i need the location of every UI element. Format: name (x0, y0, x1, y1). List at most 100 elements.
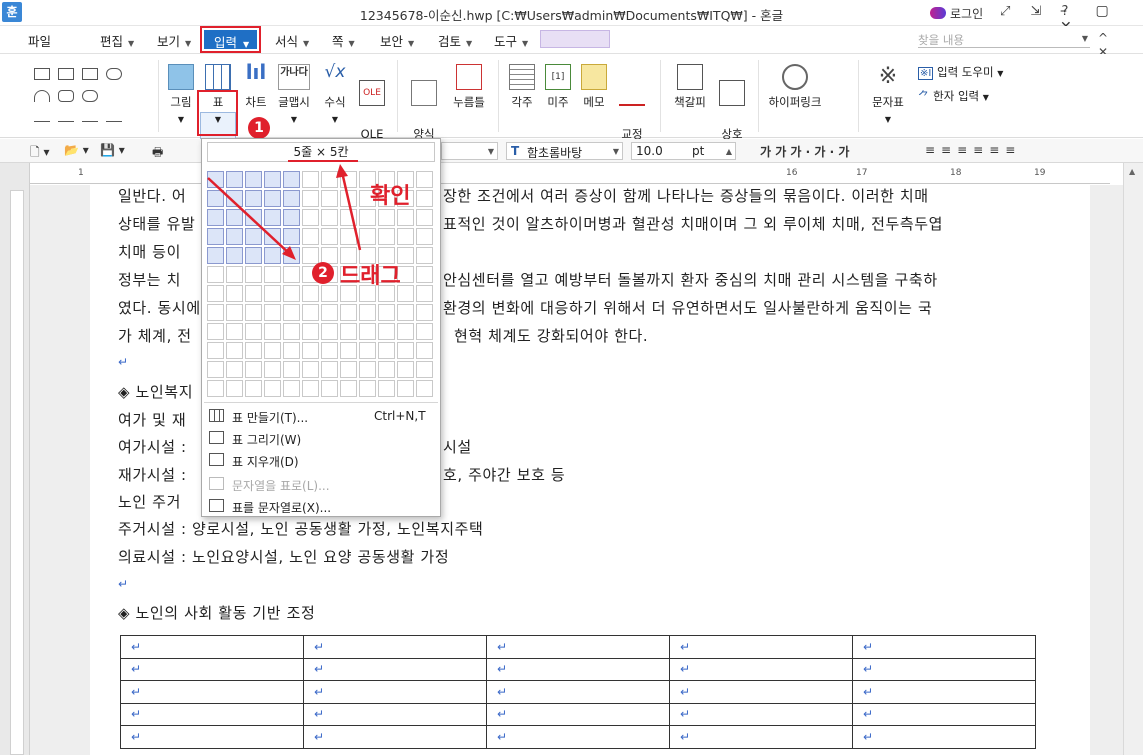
quick-style-buttons[interactable] (540, 30, 610, 48)
menu-insert[interactable]: 입력 ▼ (204, 30, 257, 50)
grid-cell[interactable] (359, 380, 376, 397)
grid-cell[interactable] (378, 342, 395, 359)
grid-cell[interactable] (264, 209, 281, 226)
table-cell[interactable]: ↵ (486, 725, 670, 749)
grid-cell[interactable] (264, 285, 281, 302)
grid-cell[interactable] (340, 304, 357, 321)
grid-cell[interactable] (264, 361, 281, 378)
grid-cell[interactable] (302, 380, 319, 397)
grid-cell[interactable] (245, 209, 262, 226)
rectangle-icon[interactable] (82, 68, 98, 80)
search-input[interactable]: 찾을 내용 ▼ (918, 30, 1090, 48)
table-cell[interactable]: ↵ (120, 725, 304, 749)
table-cell[interactable]: ↵ (669, 680, 853, 704)
grid-cell[interactable] (359, 304, 376, 321)
table-cell[interactable]: ↵ (120, 680, 304, 704)
grid-cell[interactable] (340, 380, 357, 397)
stepper-icon[interactable]: ▲ (726, 147, 732, 156)
grid-cell[interactable] (226, 209, 243, 226)
grid-cell[interactable] (226, 361, 243, 378)
grid-cell[interactable] (283, 304, 300, 321)
menu-security[interactable]: 보안 ▼ (380, 31, 414, 50)
table-cell[interactable]: ↵ (852, 702, 1036, 726)
grid-cell[interactable] (283, 266, 300, 283)
table-cell[interactable]: ↵ (486, 680, 670, 704)
grid-cell[interactable] (283, 380, 300, 397)
grid-cell[interactable] (264, 380, 281, 397)
grid-cell[interactable] (207, 171, 224, 188)
input-helper-button[interactable]: ※I 입력 도우미 ▼ (918, 64, 1003, 80)
grid-cell[interactable] (302, 342, 319, 359)
text-style-buttons[interactable]: 가 가 가 · 가 · 가 (760, 143, 849, 160)
grid-cell[interactable] (378, 228, 395, 245)
menu-format[interactable]: 서식 ▼ (275, 31, 309, 50)
image-button[interactable]: 그림 ▼ (165, 64, 197, 128)
freeform-icon[interactable] (58, 90, 74, 102)
grid-cell[interactable] (283, 209, 300, 226)
grid-cell[interactable] (397, 228, 414, 245)
grid-cell[interactable] (340, 323, 357, 340)
grid-cell[interactable] (245, 361, 262, 378)
grid-cell[interactable] (302, 361, 319, 378)
menu-insert-highlight[interactable]: 입력 ▼ (200, 26, 261, 53)
grid-cell[interactable] (397, 361, 414, 378)
grid-cell[interactable] (264, 266, 281, 283)
grid-cell[interactable] (245, 285, 262, 302)
save-icon[interactable]: 💾 ▾ (100, 143, 125, 157)
grid-cell[interactable] (416, 190, 433, 207)
grid-cell[interactable] (226, 266, 243, 283)
table-cell[interactable]: ↵ (303, 702, 487, 726)
grid-cell[interactable] (321, 380, 338, 397)
pushbutton-button[interactable]: 누름틀 (448, 64, 490, 110)
grid-cell[interactable] (378, 304, 395, 321)
connector3-icon[interactable] (82, 110, 98, 122)
grid-cell[interactable] (416, 266, 433, 283)
grid-cell[interactable] (283, 323, 300, 340)
grid-cell[interactable] (302, 228, 319, 245)
vertical-scrollbar[interactable]: ▲ (1123, 163, 1143, 755)
arc-icon[interactable] (34, 90, 50, 102)
menu-file[interactable]: 파일 (28, 31, 51, 50)
connector4-icon[interactable] (106, 110, 122, 122)
grid-cell[interactable] (340, 228, 357, 245)
grid-cell[interactable] (416, 247, 433, 264)
grid-cell[interactable] (207, 380, 224, 397)
grid-cell[interactable] (264, 323, 281, 340)
grid-cell[interactable] (226, 228, 243, 245)
grid-cell[interactable] (416, 380, 433, 397)
grid-cell[interactable] (245, 190, 262, 207)
endnote-button[interactable]: [1] 미주 (542, 64, 574, 110)
grid-cell[interactable] (207, 190, 224, 207)
table-cell[interactable]: ↵ (852, 635, 1036, 659)
connector2-icon[interactable] (58, 110, 74, 122)
table-cell[interactable]: ↵ (669, 725, 853, 749)
login-button[interactable]: 로그인 (930, 5, 983, 22)
grid-cell[interactable] (226, 323, 243, 340)
grid-cell[interactable] (302, 247, 319, 264)
menu-page[interactable]: 쪽 ▼ (332, 31, 355, 50)
grid-cell[interactable] (207, 266, 224, 283)
grid-cell[interactable] (207, 304, 224, 321)
grid-cell[interactable] (359, 228, 376, 245)
chevron-down-icon[interactable]: ▼ (1082, 34, 1088, 43)
grid-cell[interactable] (397, 323, 414, 340)
grid-cell[interactable] (340, 190, 357, 207)
grid-cell[interactable] (302, 304, 319, 321)
shapes-gallery[interactable] (30, 64, 150, 124)
table-cell[interactable]: ↵ (852, 657, 1036, 681)
grid-cell[interactable] (245, 266, 262, 283)
grid-cell[interactable] (340, 209, 357, 226)
bookmark-button[interactable]: 책갈피 (670, 64, 710, 110)
shape-textbox2-icon[interactable] (58, 68, 74, 80)
grid-cell[interactable] (207, 285, 224, 302)
connector-icon[interactable] (34, 110, 50, 122)
table-cell[interactable]: ↵ (120, 702, 304, 726)
curve-icon[interactable] (82, 90, 98, 102)
table-cell[interactable]: ↵ (303, 725, 487, 749)
menu-review[interactable]: 검토 ▼ (438, 31, 472, 50)
table-cell[interactable]: ↵ (120, 657, 304, 681)
memo-button[interactable]: 메모 (578, 64, 610, 110)
grid-cell[interactable] (321, 209, 338, 226)
grid-cell[interactable] (302, 209, 319, 226)
grid-cell[interactable] (321, 190, 338, 207)
